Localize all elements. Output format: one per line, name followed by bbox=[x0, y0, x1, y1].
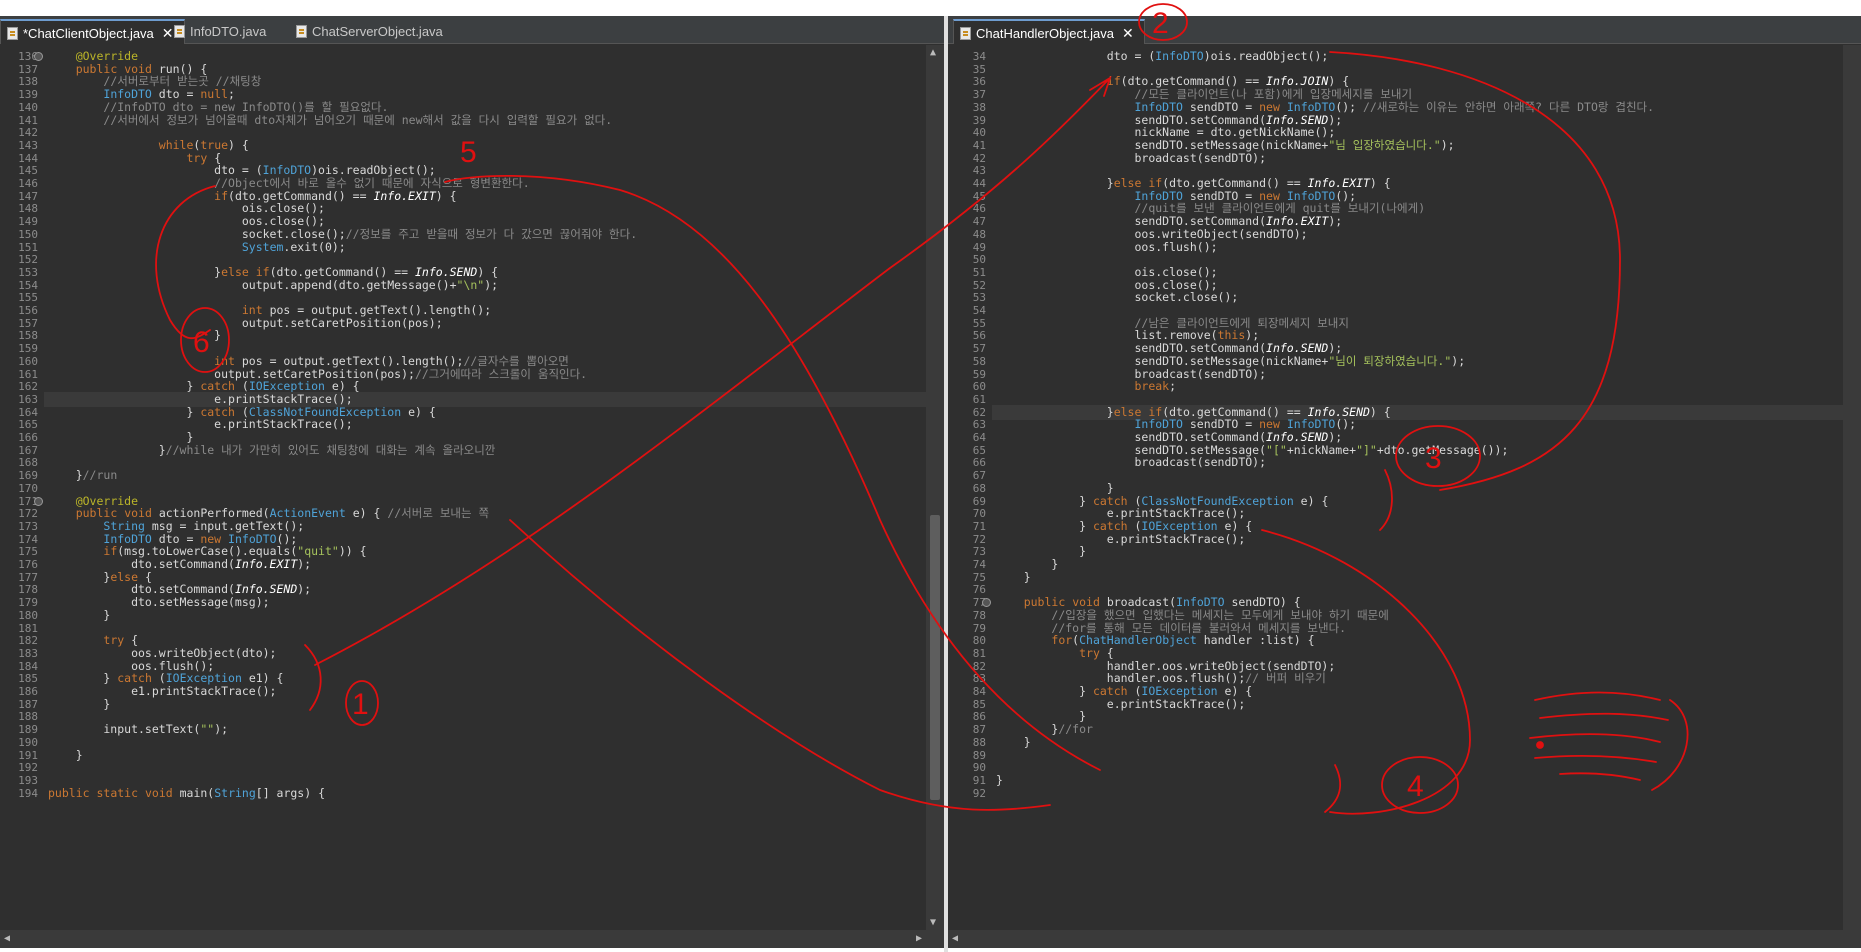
left-tab-bar: *ChatClientObject.java ✕ InfoDTO.java ChatS… bbox=[0, 16, 944, 44]
left-horizontal-scrollbar[interactable]: ◀ ▶ bbox=[0, 930, 944, 948]
right-line-number-gutter: 34 35 36 37 38 39 40 41 42 43 44 45 46 47 48 49 50 51 52 53… bbox=[948, 45, 992, 930]
close-icon[interactable]: ✕ bbox=[1122, 21, 1134, 46]
scroll-left-icon[interactable]: ◀ bbox=[952, 933, 958, 944]
right-code-area[interactable]: dto = (InfoDTO)ois.readObject(); if(dto.… bbox=[992, 45, 1843, 930]
left-vertical-scrollbar[interactable]: ▲ ▼ bbox=[926, 45, 944, 930]
tab-label: *ChatClientObject.java bbox=[23, 26, 154, 41]
fold-toggle-icon[interactable] bbox=[34, 496, 43, 506]
line-number: 92 bbox=[972, 786, 986, 800]
left-code-area[interactable]: @Override public void run() { //서버로부터 받는… bbox=[44, 45, 926, 930]
scroll-left-icon[interactable]: ◀ bbox=[4, 933, 10, 944]
line-number: 194 bbox=[18, 786, 38, 800]
java-file-icon bbox=[7, 27, 18, 40]
right-editor-pane: ChatHandlerObject.java ✕ 34 35 36 37 38 39 40 41… bbox=[948, 16, 1861, 948]
left-line-number-gutter: 136 137 138 139 140 141 142 143 144 145 146 147 148 1… bbox=[0, 45, 44, 930]
right-vertical-scrollbar[interactable] bbox=[1843, 45, 1861, 930]
tab-label: ChatHandlerObject.java bbox=[976, 26, 1115, 41]
code-line[interactable] bbox=[992, 786, 1843, 801]
right-horizontal-scrollbar[interactable]: ◀ bbox=[948, 930, 1861, 948]
tab-infodto-java[interactable]: InfoDTO.java bbox=[168, 19, 276, 44]
code-line[interactable]: public static void main(String[] args) { bbox=[44, 786, 926, 801]
right-code-editor[interactable]: 34 35 36 37 38 39 40 41 42 43 44 45 46 47 48 49 50 51 52 53… bbox=[948, 45, 1843, 930]
fold-toggle-icon[interactable] bbox=[34, 52, 43, 61]
scroll-down-icon[interactable]: ▼ bbox=[930, 917, 936, 928]
left-scroll-thumb[interactable] bbox=[930, 515, 940, 800]
scroll-right-icon[interactable]: ▶ bbox=[916, 933, 922, 944]
tab-chatserverobject-java[interactable]: ChatServerObject.java bbox=[290, 19, 453, 44]
java-file-icon bbox=[960, 27, 971, 40]
java-file-icon bbox=[296, 25, 307, 38]
scroll-up-icon[interactable]: ▲ bbox=[930, 47, 936, 58]
left-code-editor[interactable]: 136 137 138 139 140 141 142 143 144 145 146 147 148 1… bbox=[0, 45, 926, 930]
tab-chathandlerobject-java[interactable]: ChatHandlerObject.java ✕ bbox=[953, 19, 1145, 44]
tab--chatclientobject-java[interactable]: *ChatClientObject.java ✕ bbox=[0, 19, 185, 44]
left-editor-pane: *ChatClientObject.java ✕ InfoDTO.java ChatS… bbox=[0, 16, 944, 948]
tab-label: ChatServerObject.java bbox=[312, 24, 443, 39]
tab-label: InfoDTO.java bbox=[190, 24, 267, 39]
java-file-icon bbox=[174, 25, 185, 38]
right-tab-bar: ChatHandlerObject.java ✕ bbox=[948, 16, 1861, 44]
